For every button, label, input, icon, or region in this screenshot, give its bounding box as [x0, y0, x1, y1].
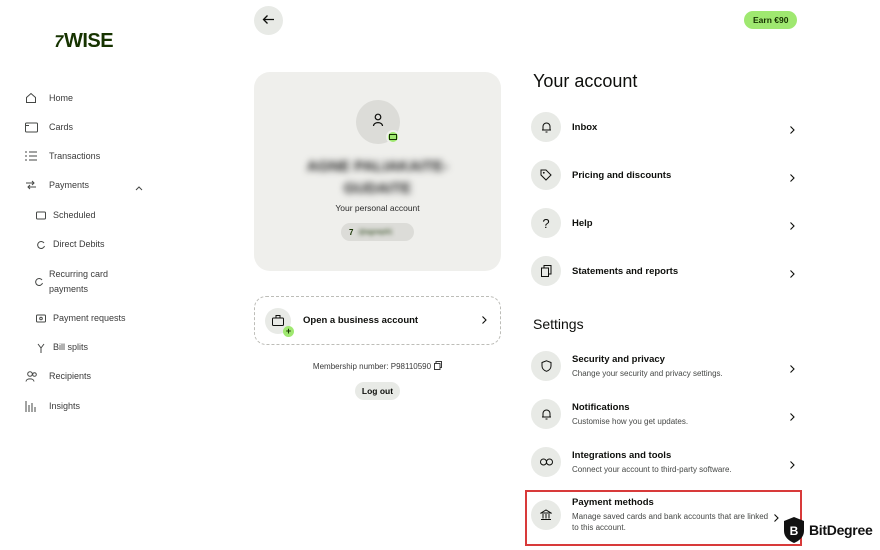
sidebar-item-home[interactable]: Home	[24, 91, 73, 105]
recurring-icon	[34, 275, 44, 289]
item-description: Customise how you get updates.	[572, 416, 689, 426]
link-icon	[531, 447, 561, 477]
statements-and-reports-item[interactable]: Statements and reports	[531, 256, 801, 286]
sidebar-item-label: Transactions	[49, 151, 101, 161]
sidebar-item-label: Scheduled	[53, 210, 96, 220]
sidebar-item-insights[interactable]: Insights	[24, 399, 80, 413]
account-type: Your personal account	[335, 203, 420, 213]
shield-icon	[531, 351, 561, 381]
watermark-text: BitDegree	[809, 522, 873, 538]
document-icon	[531, 256, 561, 286]
wisetag-pill[interactable]: 7 @agnep91	[341, 223, 414, 241]
sidebar-item-bill-splits[interactable]: Bill splits	[34, 340, 88, 355]
membership-number: Membership number: P98110590	[254, 361, 501, 372]
sidebar-item-label: Recurring card payments	[49, 269, 109, 294]
help-item[interactable]: ? Help	[531, 208, 801, 238]
sidebar-item-label: Bill splits	[53, 342, 89, 352]
tag-icon	[531, 160, 561, 190]
open-business-account-button[interactable]: + Open a business account	[254, 296, 501, 345]
recipients-icon	[24, 369, 38, 383]
bitdegree-watermark: B BitDegree	[783, 516, 873, 544]
payment-methods-highlight	[525, 490, 802, 546]
profile-card: AGNE PALIAKAITE-GUDAITE Your personal ac…	[254, 72, 501, 271]
inbox-item[interactable]: Inbox	[531, 112, 801, 142]
list-icon	[24, 149, 38, 163]
wise-account-page: 7 WISE Home Cards Transactions Payments …	[0, 0, 880, 550]
log-out-button[interactable]: Log out	[355, 382, 400, 400]
copy-icon[interactable]	[434, 361, 443, 372]
sidebar-item-label: Payment requests	[53, 313, 126, 323]
item-title: Pricing and discounts	[572, 169, 672, 181]
item-title: Statements and reports	[572, 265, 679, 277]
notifications-item[interactable]: Notifications Customise how you get upda…	[531, 399, 801, 429]
item-description: Connect your account to third-party soft…	[572, 464, 732, 474]
wise-logo[interactable]: 7 WISE	[52, 30, 114, 53]
sidebar-item-label: Payments	[49, 180, 90, 190]
bell-icon	[531, 112, 561, 142]
your-account-heading: Your account	[533, 71, 638, 91]
sidebar-item-recurring-card-payments[interactable]: Recurring card payments	[34, 267, 114, 297]
item-description: Change your security and privacy setting…	[572, 368, 723, 378]
chevron-right-icon	[788, 218, 798, 230]
help-icon: ?	[531, 208, 561, 238]
item-title: Notifications	[572, 401, 630, 413]
sidebar-item-cards[interactable]: Cards	[24, 120, 73, 134]
wise-mark-icon: 7	[349, 227, 354, 237]
briefcase-icon: +	[265, 307, 294, 337]
chart-icon	[24, 399, 38, 413]
sidebar-item-label: Recipients	[49, 371, 92, 381]
home-icon	[24, 91, 38, 105]
chevron-right-icon	[788, 266, 798, 278]
payments-icon	[24, 178, 38, 192]
membership-text: Membership number: P98110590	[312, 362, 432, 371]
integrations-and-tools-item[interactable]: Integrations and tools Connect your acco…	[531, 447, 801, 477]
sidebar-item-label: Direct Debits	[53, 239, 105, 249]
business-label: Open a business account	[303, 315, 419, 326]
chevron-right-icon	[788, 122, 798, 134]
bell-icon	[531, 399, 561, 429]
chevron-up-icon[interactable]	[134, 180, 144, 191]
item-title: Security and privacy	[572, 353, 665, 365]
sidebar-item-label: Insights	[49, 401, 81, 411]
earn-button[interactable]: Earn €90	[744, 11, 798, 29]
sidebar-item-label: Home	[49, 93, 74, 103]
card-icon	[24, 120, 38, 134]
sidebar-item-payment-requests[interactable]: Payment requests	[34, 311, 126, 326]
chevron-right-icon	[788, 409, 798, 421]
split-icon	[34, 341, 48, 355]
chevron-right-icon	[788, 170, 798, 182]
logo-text: WISE	[63, 30, 114, 52]
arrow-left-icon	[262, 12, 275, 30]
sidebar-item-label: Cards	[49, 122, 74, 132]
request-icon	[34, 312, 48, 326]
account-badge-icon	[386, 130, 400, 144]
item-title: Integrations and tools	[572, 449, 672, 461]
sidebar-item-transactions[interactable]: Transactions	[24, 149, 100, 163]
logo-mark: 7	[52, 31, 65, 51]
chevron-right-icon	[788, 457, 798, 469]
plus-icon: +	[283, 325, 294, 337]
security-and-privacy-item[interactable]: Security and privacy Change your securit…	[531, 351, 801, 381]
sidebar-item-scheduled[interactable]: Scheduled	[34, 208, 96, 223]
profile-name: AGNE PALIAKAITE-GUDAITE	[306, 158, 449, 197]
settings-heading: Settings	[533, 316, 584, 332]
wisetag: @agnep91	[358, 228, 393, 236]
sidebar-item-recipients[interactable]: Recipients	[24, 369, 91, 383]
person-icon	[372, 113, 384, 132]
sidebar-item-direct-debits[interactable]: Direct Debits	[34, 237, 105, 252]
calendar-icon	[34, 209, 48, 223]
item-title: Help	[572, 217, 593, 229]
item-title: Inbox	[572, 121, 598, 133]
refresh-icon	[34, 238, 48, 252]
back-button[interactable]	[254, 6, 283, 35]
svg-text:B: B	[790, 524, 799, 538]
pricing-and-discounts-item[interactable]: Pricing and discounts	[531, 160, 801, 190]
chevron-right-icon	[480, 312, 488, 330]
sidebar-item-payments[interactable]: Payments	[24, 178, 89, 192]
chevron-right-icon	[788, 361, 798, 373]
bitdegree-logo-icon: B	[783, 516, 805, 544]
